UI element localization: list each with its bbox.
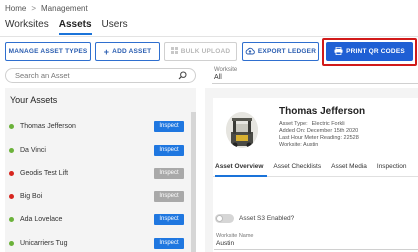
manage-asset-types-button[interactable]: MANAGE ASSET TYPES: [5, 42, 91, 61]
management-tabs: Worksites Assets Users: [5, 19, 128, 35]
tab-asset-media[interactable]: Asset Media: [331, 163, 367, 174]
tab-users[interactable]: Users: [102, 19, 128, 35]
worksite-name-field[interactable]: Austin: [216, 240, 234, 247]
status-dot-icon: [9, 123, 14, 129]
bulk-upload-button[interactable]: BULK UPLOAD: [164, 42, 237, 61]
plus-icon: +: [103, 46, 110, 57]
breadcrumb-separator: >: [31, 4, 37, 13]
status-dot-icon: [9, 240, 14, 246]
asset-name: Da Vinci: [20, 146, 46, 154]
inspect-button[interactable]: Inspect: [154, 237, 184, 249]
toggle-knob: [216, 215, 223, 222]
asset-list-item[interactable]: Thomas Jefferson Inspect: [5, 116, 191, 136]
worksite-name-underline: [214, 249, 418, 250]
asset-detail-tabs: Asset Overview Asset Checklists Asset Me…: [215, 163, 418, 174]
asset-name: Big Boi: [20, 192, 43, 200]
worksite-name-label: Worksite Name: [216, 233, 254, 239]
tab-asset-checklists[interactable]: Asset Checklists: [273, 163, 321, 174]
bulk-upload-label: BULK UPLOAD: [180, 48, 231, 55]
tab-assets[interactable]: Assets: [58, 19, 92, 35]
search-placeholder: Search an Asset: [15, 71, 70, 80]
status-dot-icon: [9, 193, 14, 199]
add-asset-button[interactable]: + ADD ASSET: [95, 42, 160, 61]
export-ledger-label: EXPORT LEDGER: [257, 48, 317, 55]
inspect-button[interactable]: Inspect: [154, 144, 184, 156]
last-hour-meter-text: Last Hour Meter Reading: 22528: [279, 135, 359, 141]
worksite-filter-underline: [212, 83, 418, 84]
worksite-text: Worksite: Austin: [279, 142, 319, 148]
export-ledger-button[interactable]: EXPORT LEDGER: [242, 42, 319, 61]
list-scrollbar[interactable]: [191, 112, 196, 252]
tab-inspection[interactable]: Inspection: [377, 163, 407, 174]
inspect-button[interactable]: Inspect: [154, 190, 184, 202]
asset-list-item[interactable]: Unicarriers Tug Inspect: [5, 233, 191, 252]
assets-list-panel: Your Assets Thomas Jefferson Inspect Da Vi…: [5, 88, 196, 252]
worksite-filter-label: Worksite: [214, 67, 238, 73]
asset-name: Geodis Test Lift: [20, 169, 69, 177]
breadcrumb-home[interactable]: Home: [5, 4, 26, 13]
asset-type-line: Asset Type: Electric Forkli: [279, 121, 345, 127]
asset-list-item[interactable]: Geodis Test Lift Inspect: [5, 163, 191, 183]
print-qr-highlight-box: [322, 38, 417, 66]
inspect-button[interactable]: Inspect: [154, 167, 184, 179]
added-on-text: Added On: December 15th 2020: [279, 128, 359, 134]
tab-asset-overview[interactable]: Asset Overview: [215, 163, 263, 174]
asset-photo: [226, 112, 258, 148]
manage-asset-types-label: MANAGE ASSET TYPES: [8, 48, 88, 55]
asset-name: Thomas Jefferson: [20, 122, 76, 130]
asset-name-heading: Thomas Jefferson: [279, 106, 366, 117]
toolbar-divider: [0, 36, 418, 37]
asset-type-value: Electric Forkli: [311, 121, 345, 127]
cloud-upload-icon: [245, 47, 255, 57]
asset-search-input[interactable]: Search an Asset: [5, 68, 196, 83]
add-asset-label: ADD ASSET: [112, 48, 152, 55]
grid-icon: [170, 47, 178, 56]
asset-name: Unicarriers Tug: [20, 239, 68, 247]
status-dot-icon: [9, 170, 14, 176]
status-dot-icon: [9, 147, 14, 153]
asset-list-item[interactable]: Ada Lovelace Inspect: [5, 209, 191, 229]
status-dot-icon: [9, 216, 14, 222]
active-tab-indicator: [215, 175, 267, 177]
assets-list-title: Your Assets: [10, 95, 58, 105]
inspect-button[interactable]: Inspect: [154, 213, 184, 225]
inspect-button[interactable]: Inspect: [154, 120, 184, 132]
breadcrumb-current: Management: [41, 4, 88, 13]
asset-type-label: Asset Type:: [279, 121, 308, 127]
tab-worksites[interactable]: Worksites: [5, 19, 49, 35]
s3-enabled-toggle[interactable]: [215, 214, 234, 223]
worksite-filter-select[interactable]: All: [214, 74, 222, 81]
asset-list-item[interactable]: Da Vinci Inspect: [5, 140, 191, 160]
asset-name: Ada Lovelace: [20, 215, 63, 223]
asset-list-item[interactable]: Big Boi Inspect: [5, 186, 191, 206]
s3-enabled-label: Asset S3 Enabled?: [239, 215, 295, 222]
search-icon[interactable]: [178, 71, 187, 82]
breadcrumb: Home > Management: [5, 4, 88, 13]
